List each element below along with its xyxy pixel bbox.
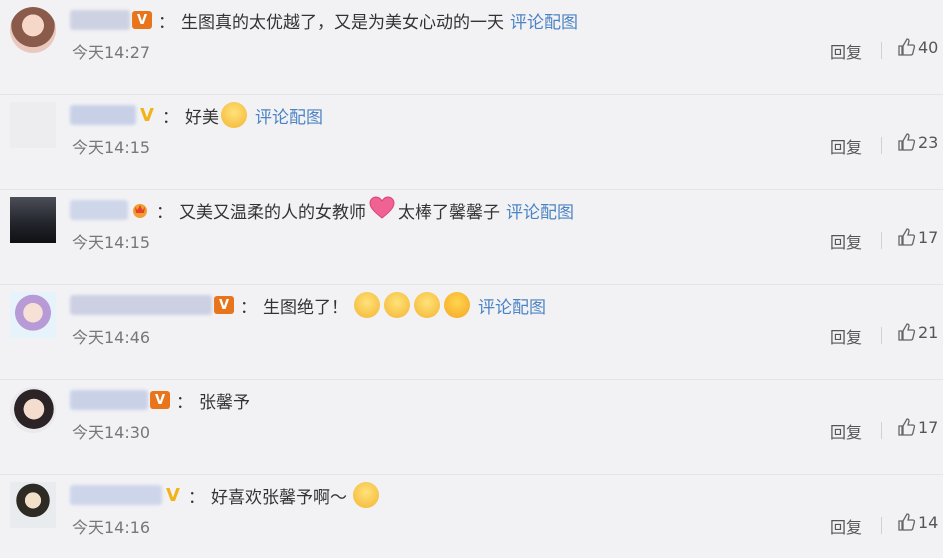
emoji-icon bbox=[414, 292, 440, 318]
emoji-icon bbox=[444, 292, 470, 318]
colon: ： bbox=[188, 487, 205, 508]
divider bbox=[881, 137, 882, 154]
avatar[interactable] bbox=[10, 292, 56, 338]
verified-icon: V bbox=[214, 296, 234, 314]
like-button[interactable]: 21 bbox=[896, 322, 938, 342]
like-count: 17 bbox=[918, 417, 939, 437]
emoji-icon bbox=[384, 292, 410, 318]
username[interactable] bbox=[70, 485, 162, 505]
verified-icon: V bbox=[132, 11, 152, 29]
divider bbox=[881, 42, 882, 59]
username[interactable] bbox=[70, 105, 136, 125]
timestamp: 今天14:15 bbox=[72, 138, 151, 157]
emoji-icon bbox=[354, 292, 380, 318]
colon: ： bbox=[162, 107, 179, 128]
divider bbox=[881, 327, 882, 344]
comment-item: ： 又美又温柔的人的女教师 太棒了馨馨子 评论配图 今天14:15 回复 17 bbox=[0, 190, 943, 285]
like-button[interactable]: 17 bbox=[896, 227, 938, 247]
timestamp: 今天14:15 bbox=[72, 233, 151, 252]
colon: ： bbox=[156, 202, 173, 223]
comment-line: V ： 生图绝了！ 评论配图 bbox=[70, 291, 546, 319]
timestamp: 今天14:30 bbox=[72, 423, 151, 442]
comment-text: 好喜欢张馨予啊～ bbox=[211, 487, 347, 508]
emoji-icon bbox=[353, 482, 379, 508]
avatar[interactable] bbox=[10, 102, 56, 148]
divider bbox=[881, 422, 882, 439]
thumbs-up-icon bbox=[898, 418, 916, 436]
username[interactable] bbox=[70, 200, 128, 220]
timestamp: 今天14:27 bbox=[72, 43, 151, 62]
like-count: 14 bbox=[918, 512, 939, 532]
comment-line: V ： 好美 评论配图 bbox=[70, 101, 323, 129]
divider bbox=[881, 232, 882, 249]
thumbs-up-icon bbox=[898, 133, 916, 151]
like-count: 17 bbox=[918, 227, 939, 247]
comment-line: ： 又美又温柔的人的女教师 太棒了馨馨子 评论配图 bbox=[70, 195, 574, 225]
colon: ： bbox=[176, 392, 193, 413]
colon: ： bbox=[158, 12, 175, 33]
reply-button[interactable]: 回复 bbox=[830, 39, 862, 63]
avatar[interactable] bbox=[10, 7, 56, 53]
thumbs-up-icon bbox=[898, 323, 916, 341]
avatar[interactable] bbox=[10, 197, 56, 243]
timestamp: 今天14:46 bbox=[72, 328, 151, 347]
reply-button[interactable]: 回复 bbox=[830, 419, 862, 443]
like-button[interactable]: 14 bbox=[896, 512, 938, 532]
comment-text: 好美 bbox=[185, 107, 219, 128]
comment-text: 又美又温柔的人的女教师 bbox=[179, 202, 366, 223]
verified-icon: V bbox=[150, 391, 170, 409]
comment-text: 张馨予 bbox=[199, 392, 250, 413]
comment-item: V ： 张馨予 今天14:30 回复 17 bbox=[0, 380, 943, 475]
comment-image-link[interactable]: 评论配图 bbox=[506, 198, 574, 223]
crown-icon bbox=[130, 201, 150, 219]
colon: ： bbox=[240, 297, 257, 318]
comment-item: V ： 生图真的太优越了，又是为美女心动的一天 评论配图 今天14:27 回复 … bbox=[0, 0, 943, 95]
comment-image-link[interactable]: 评论配图 bbox=[510, 8, 578, 33]
reply-button[interactable]: 回复 bbox=[830, 324, 862, 348]
comment-line: V ： 好喜欢张馨予啊～ bbox=[70, 481, 381, 509]
thumbs-up-icon bbox=[898, 228, 916, 246]
comment-line: V ： 生图真的太优越了，又是为美女心动的一天 评论配图 bbox=[70, 6, 578, 34]
comment-list: V ： 生图真的太优越了，又是为美女心动的一天 评论配图 今天14:27 回复 … bbox=[0, 0, 943, 558]
thumbs-up-icon bbox=[898, 38, 916, 56]
heart-icon bbox=[369, 195, 395, 225]
like-count: 21 bbox=[918, 322, 939, 342]
comment-item: V ： 好美 评论配图 今天14:15 回复 23 bbox=[0, 95, 943, 190]
comment-text: 生图绝了！ bbox=[263, 297, 348, 318]
like-button[interactable]: 40 bbox=[896, 37, 938, 57]
reply-button[interactable]: 回复 bbox=[830, 514, 862, 538]
timestamp: 今天14:16 bbox=[72, 518, 151, 537]
comment-line: V ： 张馨予 bbox=[70, 386, 250, 414]
avatar[interactable] bbox=[10, 482, 56, 528]
comment-image-link[interactable]: 评论配图 bbox=[255, 103, 323, 128]
comment-image-link[interactable]: 评论配图 bbox=[478, 293, 546, 318]
reply-button[interactable]: 回复 bbox=[830, 229, 862, 253]
comment-item: V ： 好喜欢张馨予啊～ 今天14:16 回复 14 bbox=[0, 475, 943, 558]
verified-icon: V bbox=[166, 484, 180, 506]
comment-text: 生图真的太优越了，又是为美女心动的一天 bbox=[181, 12, 504, 33]
username[interactable] bbox=[70, 10, 130, 30]
like-count: 40 bbox=[918, 37, 939, 57]
comment-item: V ： 生图绝了！ 评论配图 今天14:46 回复 21 bbox=[0, 285, 943, 380]
thumbs-up-icon bbox=[898, 513, 916, 531]
emoji-icon bbox=[221, 102, 247, 128]
divider bbox=[881, 517, 882, 534]
username[interactable] bbox=[70, 295, 212, 315]
reply-button[interactable]: 回复 bbox=[830, 134, 862, 158]
username[interactable] bbox=[70, 390, 148, 410]
like-count: 23 bbox=[918, 132, 939, 152]
like-button[interactable]: 23 bbox=[896, 132, 938, 152]
comment-text: 太棒了馨馨子 bbox=[398, 202, 500, 223]
avatar[interactable] bbox=[10, 387, 56, 433]
like-button[interactable]: 17 bbox=[896, 417, 938, 437]
verified-icon: V bbox=[140, 104, 154, 126]
